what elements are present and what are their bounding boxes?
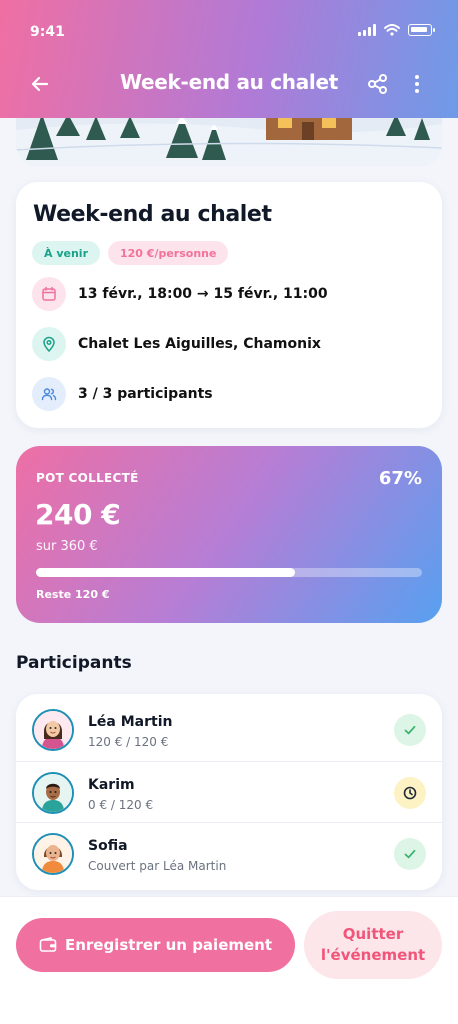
participant-name: Sofia (88, 838, 128, 854)
record-payment-label: Enregistrer un paiement (64, 936, 273, 954)
event-badges: À venir 120 €/personne (32, 241, 229, 265)
participants-list: Léa Martin 120 € / 120 € Karim 0 € / 120… (16, 694, 442, 890)
share-icon (368, 74, 387, 94)
location-pin-icon (32, 327, 66, 361)
pot-progress-fill (36, 568, 295, 577)
record-payment-button[interactable]: Enregistrer un paiement (16, 918, 295, 972)
nav-bar: Week-end au chalet (0, 60, 458, 106)
avatar-lea-icon (34, 711, 72, 749)
cellular-signal-icon (358, 24, 376, 36)
leave-label-line2: l'événement (320, 946, 426, 964)
status-bar: 9:41 (0, 0, 458, 60)
app-header: 9:41 Week-end au chalet (0, 0, 458, 118)
wifi-icon (384, 24, 400, 36)
participants-section-title: Participants (16, 653, 132, 673)
pot-remaining: Reste 120 € (36, 588, 110, 601)
clock-icon (403, 786, 417, 800)
pending-status-badge (394, 777, 426, 809)
more-options-button[interactable] (402, 66, 432, 102)
event-date: 13 févr., 18:00 → 15 févr., 11:00 (78, 286, 328, 302)
event-date-row: 13 févr., 18:00 → 15 févr., 11:00 (32, 277, 328, 311)
share-button[interactable] (360, 66, 396, 102)
status-icons (358, 24, 435, 36)
participant-amount: 120 € / 120 € (88, 735, 169, 749)
users-icon (32, 377, 66, 411)
pot-target: sur 360 € (36, 539, 98, 554)
participant-row[interactable]: Léa Martin 120 € / 120 € (16, 699, 442, 760)
avatar (32, 772, 74, 814)
check-icon (404, 849, 416, 859)
price-badge: 120 €/personne (108, 241, 229, 265)
avatar (32, 709, 74, 751)
event-details-card: Week-end au chalet À venir 120 €/personn… (16, 182, 442, 428)
participant-name: Léa Martin (88, 714, 173, 730)
participant-row[interactable]: Karim 0 € / 120 € (16, 761, 442, 822)
paid-status-badge (394, 838, 426, 870)
status-badge: À venir (32, 241, 100, 265)
pot-percent: 67% (378, 468, 422, 489)
participant-row[interactable]: Sofia Couvert par Léa Martin (16, 822, 442, 883)
avatar (32, 833, 74, 875)
battery-icon (408, 24, 435, 36)
participant-amount: Couvert par Léa Martin (88, 859, 227, 873)
check-icon (404, 725, 416, 735)
pot-amount: 240 € (35, 498, 121, 531)
participants-count: 3 / 3 participants (78, 386, 213, 402)
participant-amount: 0 € / 120 € (88, 798, 154, 812)
calendar-icon (32, 277, 66, 311)
more-vertical-icon (415, 75, 419, 93)
avatar-sofia-icon (34, 835, 72, 873)
avatar-karim-icon (34, 774, 72, 812)
leave-label-line1: Quitter (342, 925, 404, 943)
event-title: Week-end au chalet (33, 202, 272, 227)
footer-actions: Enregistrer un paiement Quitter l'événem… (0, 896, 458, 1024)
pot-progress-bar (36, 568, 422, 577)
wallet-icon (39, 937, 57, 952)
event-location: Chalet Les Aiguilles, Chamonix (78, 336, 321, 352)
leave-event-button[interactable]: Quitter l'événement (304, 911, 442, 979)
status-time: 9:41 (30, 24, 65, 40)
paid-status-badge (394, 714, 426, 746)
event-location-row: Chalet Les Aiguilles, Chamonix (32, 327, 321, 361)
event-participants-row: 3 / 3 participants (32, 377, 213, 411)
pot-card: POT COLLECTÉ 67% 240 € sur 360 € Reste 1… (16, 446, 442, 623)
pot-label: POT COLLECTÉ (36, 471, 139, 485)
participant-name: Karim (88, 777, 135, 793)
